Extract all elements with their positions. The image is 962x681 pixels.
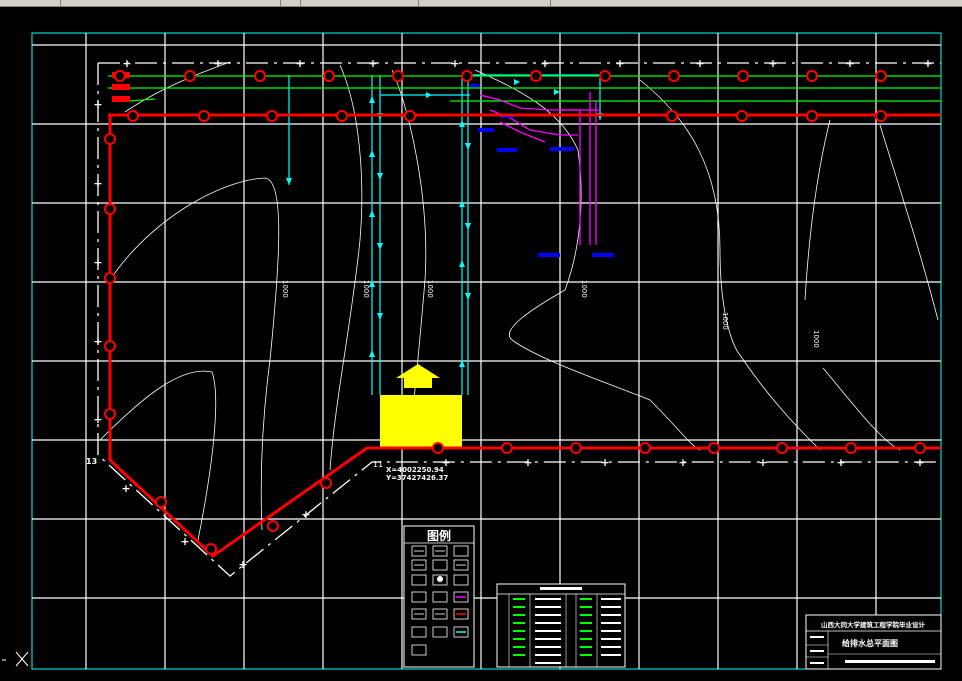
svg-text:+: +: [450, 57, 459, 70]
svg-text:+: +: [768, 57, 777, 70]
coordinate-y: Y=37427426.37: [385, 474, 448, 482]
contour-label: 1000: [426, 280, 434, 298]
svg-text:+: +: [301, 508, 310, 521]
legend-panel: 图例: [403, 525, 475, 668]
contour-labels: 1000 1000 1000 1000 1000 1000: [281, 280, 820, 348]
svg-text:+: +: [836, 456, 845, 469]
svg-text:+: +: [93, 177, 102, 190]
svg-text:+: +: [93, 98, 102, 111]
building: [380, 364, 462, 448]
svg-text:+: +: [695, 57, 704, 70]
ucs-icon: [2, 651, 29, 667]
drawing-title: 给排水总平面图: [842, 638, 898, 648]
flow-arrows: [286, 79, 603, 367]
contour-label: 1000: [721, 312, 729, 330]
svg-text:+: +: [213, 57, 222, 70]
svg-text:+: +: [368, 57, 377, 70]
materials-table: [496, 583, 626, 668]
svg-text:+: +: [615, 57, 624, 70]
legend-title: 图例: [427, 528, 451, 543]
svg-text:+: +: [122, 57, 131, 70]
svg-text:+: +: [540, 57, 549, 70]
svg-text:+: +: [180, 535, 189, 548]
title-block: 山西大同大学建筑工程学院毕业设计 给排水总平面图: [805, 614, 942, 670]
contour-label: 1000: [281, 280, 289, 298]
coordinate-x: X=4002250.94: [386, 466, 444, 474]
point-label: 11: [373, 460, 383, 469]
contour-label: 1000: [580, 280, 588, 298]
svg-text:+: +: [93, 335, 102, 348]
svg-text:+: +: [758, 456, 767, 469]
contour-lines: [99, 61, 939, 541]
svg-text:+: +: [600, 456, 609, 469]
svg-text:+: +: [121, 482, 130, 495]
svg-text:+: +: [93, 256, 102, 269]
svg-text:+: +: [238, 558, 247, 571]
project-title: 山西大同大学建筑工程学院毕业设计: [821, 620, 926, 629]
svg-text:+: +: [915, 456, 924, 469]
cyan-pipes: [288, 74, 601, 395]
contour-label: 1000: [812, 330, 820, 348]
boundary-markers: + + + + + + + + + + + +++ ++ +++ + + + + + + + +: [93, 57, 932, 571]
svg-text:+: +: [295, 57, 304, 70]
svg-text:+: +: [93, 413, 102, 426]
svg-text:+: +: [523, 456, 532, 469]
contour-label: 1000: [362, 280, 370, 298]
svg-text:+: +: [845, 57, 854, 70]
manholes: [104, 70, 926, 555]
svg-text:+: +: [923, 57, 932, 70]
corner-label: 13: [86, 457, 97, 466]
svg-text:+: +: [678, 456, 687, 469]
cad-drawing-canvas[interactable]: + + + + + + + + + + + +++ ++ +++ + + + + + + + +: [0, 6, 962, 681]
